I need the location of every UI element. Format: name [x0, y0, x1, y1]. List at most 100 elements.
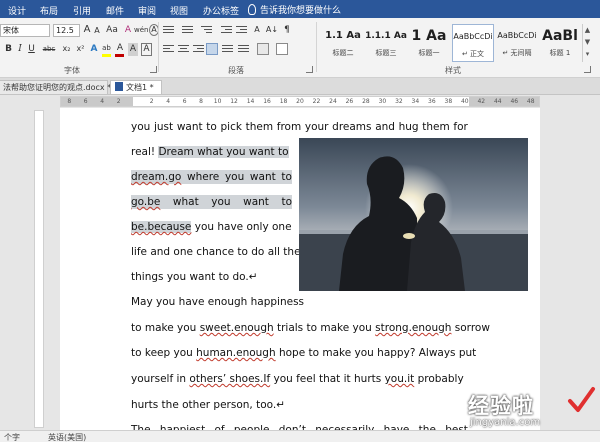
document-line[interactable]: real! Dream what you want to	[131, 145, 289, 159]
gallery-down-icon[interactable]: ▼	[583, 36, 592, 48]
text-run: you.it	[384, 373, 415, 385]
tell-me-box[interactable]: 告诉我你想要做什么	[248, 3, 341, 16]
paragraph-dialog-launcher[interactable]	[306, 66, 313, 73]
document-line[interactable]: life and one chance to do all the	[131, 245, 301, 259]
char-border-button[interactable]: A	[141, 43, 152, 56]
document-line[interactable]: be.because you have only one	[131, 220, 292, 234]
gallery-up-icon[interactable]: ▲	[583, 24, 592, 36]
align-center-icon[interactable]	[178, 45, 189, 54]
word-count[interactable]: 个字	[4, 432, 20, 442]
horizontal-ruler[interactable]: 8 6 4 2 2 4 6 8 10 12 14 16 18 20 22 24 26 28 30 32 34 36 38 40…	[0, 95, 600, 108]
underline-button[interactable]: U	[27, 43, 36, 56]
ruler-tick-label: 34	[411, 98, 420, 105]
gallery-more-icon[interactable]: ▾	[583, 48, 592, 60]
text-run: yourself in	[131, 373, 190, 385]
multilevel-list-icon[interactable]	[201, 26, 212, 35]
phonetic-guide-button[interactable]: wén	[134, 24, 148, 37]
justify-button[interactable]	[206, 43, 218, 55]
tab-view[interactable]: 视图	[170, 4, 188, 17]
text-effects-button[interactable]: A	[89, 43, 99, 56]
tab-design[interactable]: 设计	[8, 4, 26, 17]
text-run: you	[211, 195, 231, 209]
shading-icon[interactable]	[257, 43, 269, 55]
ruler-tick-label: 8	[67, 98, 72, 105]
document-line[interactable]: yourself in others’ shoes.If you feel th…	[131, 372, 464, 386]
align-left-icon[interactable]	[163, 45, 174, 54]
ruler-tick-label: 6	[182, 98, 187, 105]
style-heading-1-alt[interactable]: AaBl 标题 1	[539, 24, 581, 62]
document-line[interactable]: to make you sweet.enough trials to make …	[131, 321, 490, 335]
style-name: ↵ 无间隔	[502, 49, 532, 57]
text-run: you	[224, 170, 245, 184]
sort-button[interactable]: A↓	[265, 24, 279, 37]
font-name-box[interactable]: 宋体	[0, 24, 50, 37]
tab-review[interactable]: 审阅	[138, 4, 156, 17]
tab-mailings[interactable]: 邮件	[106, 4, 124, 17]
style-preview: AaBbCcDi	[453, 32, 493, 41]
change-case-button[interactable]: Aa	[104, 24, 120, 37]
tab-office-tab[interactable]: 办公标签	[203, 4, 239, 17]
style-heading-2[interactable]: 1.1 Aa 标题二	[322, 24, 364, 62]
char-shading-button[interactable]: A	[128, 43, 138, 56]
language-status[interactable]: 英语(美国)	[48, 432, 86, 442]
group-separator	[158, 22, 159, 72]
style-preview: 1.1 Aa	[325, 30, 361, 41]
tab-layout[interactable]: 布局	[40, 4, 58, 17]
doc-tab-2[interactable]: 文档1 *	[110, 80, 162, 94]
asian-layout-button[interactable]: A	[251, 24, 263, 37]
ruler-tick-label: 44	[493, 98, 502, 105]
ruler-tick-label: 2	[149, 98, 154, 105]
strikethrough-button[interactable]: abc	[40, 43, 58, 56]
text-run: sweet.enough	[199, 322, 274, 334]
vertical-ruler[interactable]	[34, 110, 44, 428]
borders-icon[interactable]	[276, 43, 288, 55]
ruler-tick-label: 38	[444, 98, 453, 105]
distributed-icon[interactable]	[222, 45, 233, 54]
superscript-button[interactable]: x²	[74, 43, 87, 56]
style-preview: 1.1.1 Aa	[365, 31, 407, 41]
align-right-icon[interactable]	[193, 45, 204, 54]
line-spacing-icon[interactable]	[238, 45, 249, 54]
text-run: life and one chance to do all the	[131, 246, 301, 258]
grow-font-button[interactable]: A	[82, 24, 92, 37]
font-dialog-launcher[interactable]	[150, 66, 157, 73]
clear-format-button[interactable]: A	[123, 24, 133, 37]
document-line[interactable]: things you want to do.↵	[131, 270, 258, 284]
font-size-box[interactable]: 12.5	[53, 24, 80, 37]
ruler-tick-label: 22	[312, 98, 321, 105]
font-color-swatch	[115, 54, 124, 57]
shrink-font-button[interactable]: A	[93, 25, 101, 38]
style-normal[interactable]: AaBbCcDi ↵ 正文	[452, 24, 494, 62]
style-heading-3[interactable]: 1.1.1 Aa 标题三	[365, 24, 407, 62]
tab-references[interactable]: 引用	[73, 4, 91, 17]
document-tab-bar: 法帮助您证明您的观点.docx * 文档1 *	[0, 78, 600, 95]
styles-dialog-launcher[interactable]	[584, 66, 591, 73]
doc-tab-1[interactable]: 法帮助您证明您的观点.docx *	[0, 80, 112, 94]
italic-button[interactable]: I	[16, 43, 24, 56]
document-line[interactable]: to keep you human.enough hope to make yo…	[131, 346, 476, 360]
document-line[interactable]: go.be what you want to	[131, 195, 292, 209]
show-marks-button[interactable]: ¶	[282, 24, 292, 37]
couple-sunset-photo[interactable]	[299, 138, 528, 291]
document-line[interactable]: dream.go where you want to	[131, 170, 292, 184]
text-run: probably	[414, 373, 464, 385]
text-run: want	[249, 170, 276, 184]
style-heading-1[interactable]: 1 Aa 标题一	[408, 24, 450, 62]
style-no-spacing[interactable]: AaBbCcDi ↵ 无间隔	[496, 24, 538, 62]
subscript-button[interactable]: x₂	[60, 43, 73, 56]
ruler-track: 8 6 4 2 2 4 6 8 10 12 14 16 18 20 22 24 26 28 30 32 34 36 38 40…	[60, 96, 540, 107]
text-run: want	[176, 121, 203, 133]
increase-indent-icon[interactable]	[236, 26, 247, 35]
ruler-tick-label: 14	[246, 98, 255, 105]
doc-tab-label: 法帮助您证明您的观点.docx *	[3, 83, 112, 92]
bullets-icon[interactable]	[163, 26, 174, 35]
numbering-icon[interactable]	[182, 26, 193, 35]
decrease-indent-icon[interactable]	[221, 26, 232, 35]
ruler-left-margin	[61, 97, 133, 106]
bold-button[interactable]: B	[4, 43, 13, 56]
gallery-scroll[interactable]: ▲ ▼ ▾	[582, 24, 592, 62]
document-line[interactable]: May you have enough happiness	[131, 295, 304, 309]
text-run: where	[187, 170, 220, 184]
document-line[interactable]: hurts the other person, too.↵	[131, 398, 285, 412]
document-line[interactable]: you just want to pick them from your dreams and hu…	[131, 120, 468, 134]
